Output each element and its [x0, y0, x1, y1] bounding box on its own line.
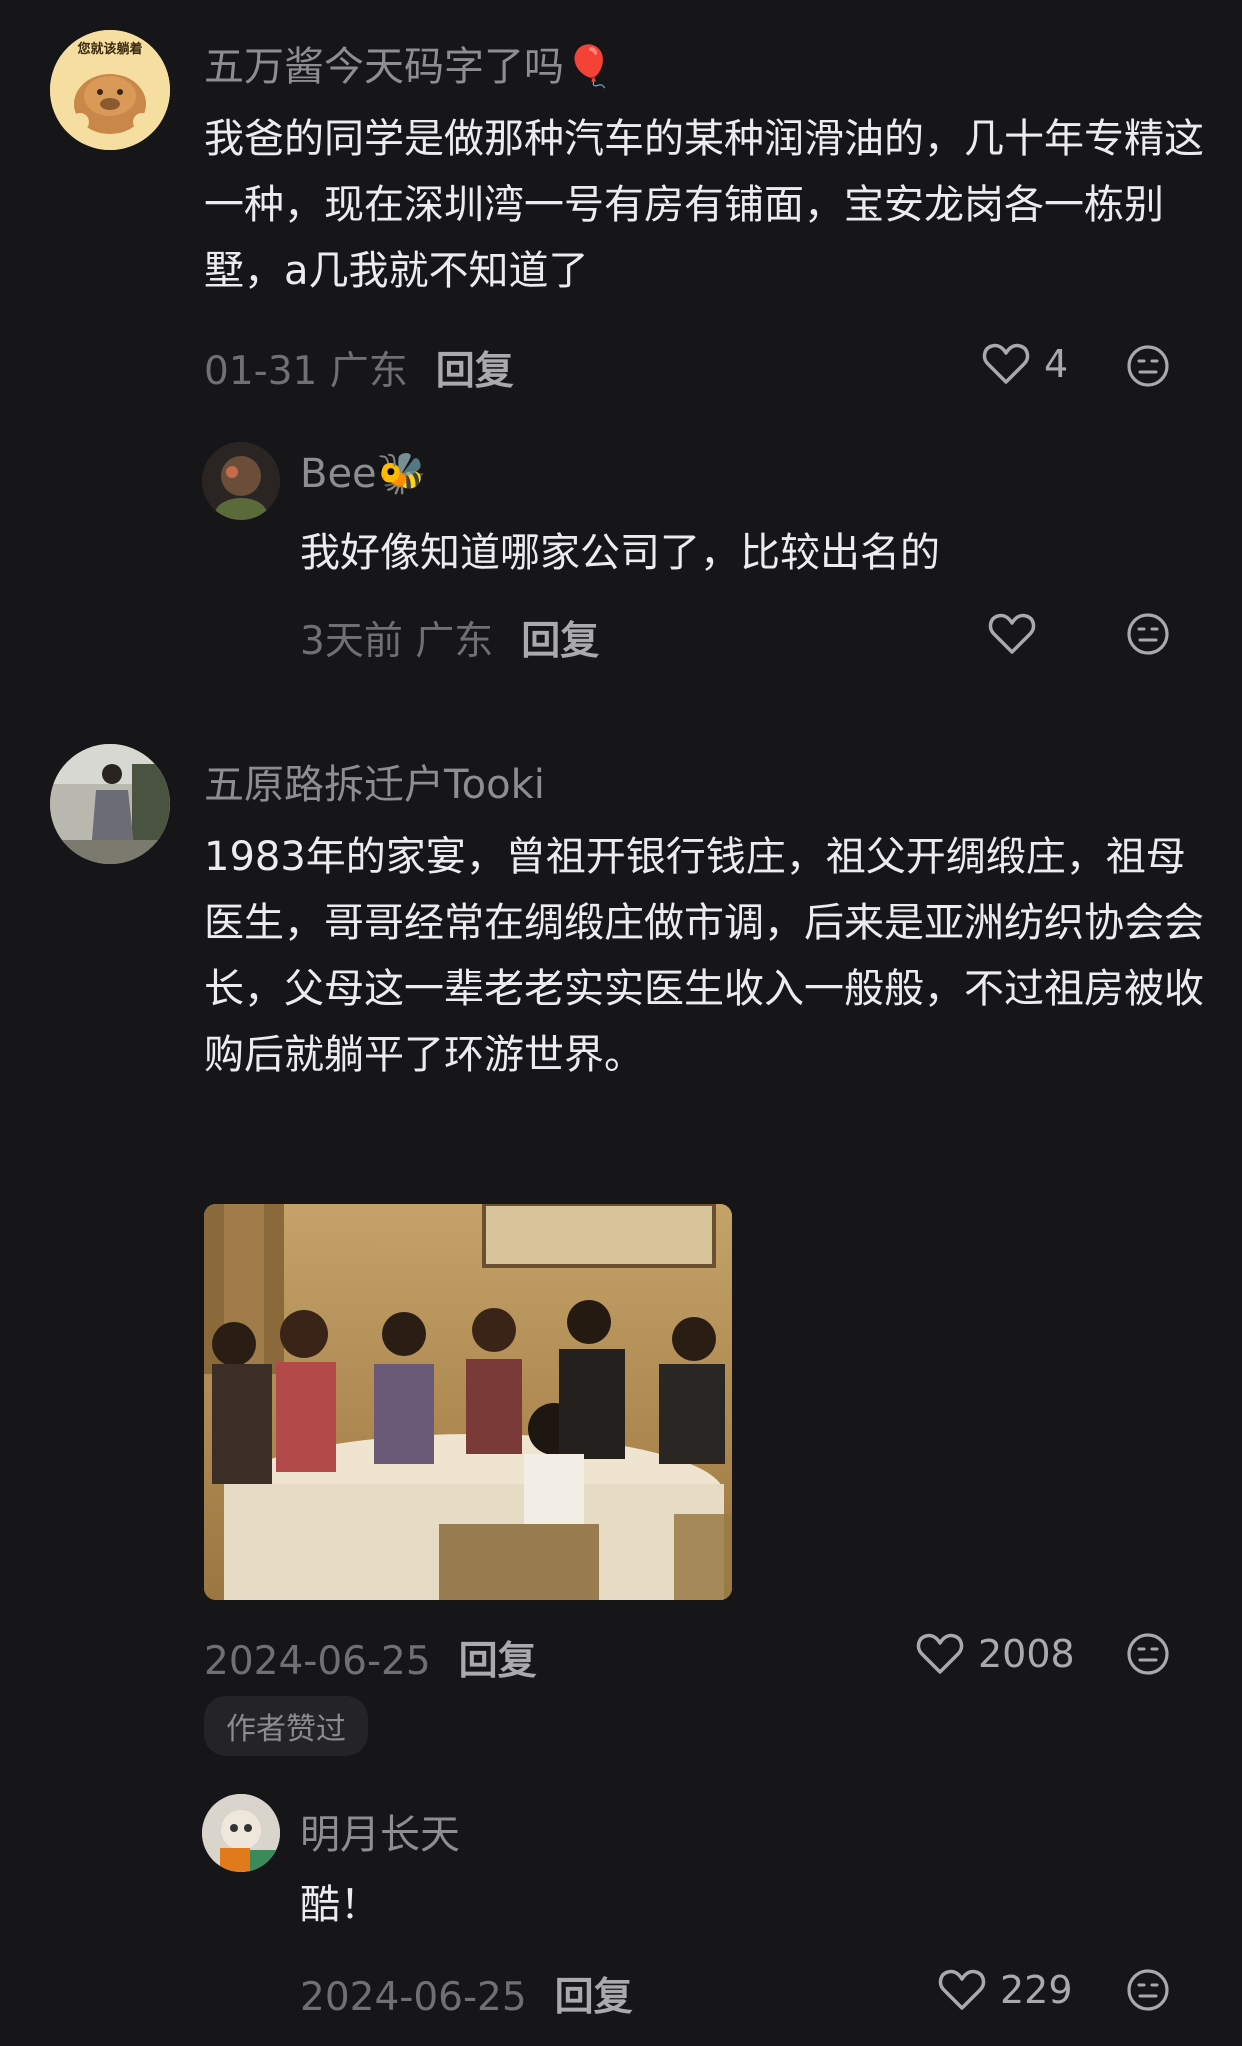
avatar[interactable]: 您就该躺着 — [50, 30, 170, 150]
heart-icon — [982, 343, 1030, 384]
reply-author[interactable]: Bee🐝 — [300, 450, 426, 497]
reply-text: 酷！ — [300, 1882, 380, 1928]
dislike-button[interactable] — [1126, 344, 1170, 388]
comment-text: 1983年的家宴，曾祖开银行钱庄，祖父开绸缎庄，祖母医生，哥哥经常在绸缎庄做市调… — [204, 834, 1204, 1078]
like-count: 2008 — [978, 1632, 1075, 1676]
dislike-button[interactable] — [1126, 1632, 1170, 1676]
comment-meta: 01-31 广东 回复 — [204, 340, 514, 396]
neutral-face-icon — [1127, 1969, 1169, 2011]
reply-time: 2024-06-25 — [300, 1975, 527, 2020]
like-count: 4 — [1044, 342, 1069, 386]
like-button[interactable]: 2008 — [916, 1632, 1075, 1676]
like-button[interactable] — [988, 612, 1036, 656]
comment-time-location: 01-31 广东 — [204, 349, 408, 394]
like-count: 229 — [1000, 1968, 1073, 2012]
avatar[interactable] — [50, 744, 170, 864]
neutral-face-icon — [1127, 1633, 1169, 1675]
author-liked-badge: 作者赞过 — [204, 1696, 368, 1756]
comment-author[interactable]: 五万酱今天码字了吗🎈 — [204, 34, 614, 92]
like-button[interactable]: 4 — [982, 342, 1068, 386]
reply-button[interactable]: 回复 — [555, 1975, 633, 2020]
user-avatar-icon — [202, 1794, 280, 1872]
reply-text: 我好像知道哪家公司了，比较出名的 — [300, 530, 940, 576]
comment-author[interactable]: 五原路拆迁户Tooki — [204, 752, 545, 810]
user-avatar-icon — [50, 744, 170, 864]
comment-meta: 2024-06-25 回复 — [204, 1630, 537, 1686]
heart-icon — [988, 613, 1036, 654]
reply-button[interactable]: 回复 — [436, 349, 514, 394]
comment-photo[interactable] — [204, 1204, 732, 1600]
user-avatar-icon — [202, 442, 280, 520]
reply-button[interactable]: 回复 — [521, 619, 599, 664]
reply-button[interactable]: 回复 — [459, 1639, 537, 1684]
reply-time-location: 3天前 广东 — [300, 619, 494, 664]
avatar[interactable] — [202, 1794, 280, 1872]
neutral-face-icon — [1127, 345, 1169, 387]
dislike-button[interactable] — [1126, 612, 1170, 656]
like-button[interactable]: 229 — [938, 1968, 1073, 2012]
avatar-caption: 您就该躺着 — [77, 42, 143, 57]
reply-meta: 3天前 广东 回复 — [300, 610, 599, 666]
comment-text: 我爸的同学是做那种汽车的某种润滑油的，几十年专精这一种，现在深圳湾一号有房有铺面… — [204, 116, 1204, 294]
dislike-button[interactable] — [1126, 1968, 1170, 2012]
reply-meta: 2024-06-25 回复 — [300, 1966, 633, 2022]
avatar[interactable] — [202, 442, 280, 520]
heart-icon — [916, 1633, 964, 1674]
family-dinner-photo — [204, 1204, 732, 1600]
heart-icon — [938, 1969, 986, 2010]
neutral-face-icon — [1127, 613, 1169, 655]
reply-author[interactable]: 明月长天 — [300, 1802, 460, 1860]
comment-time: 2024-06-25 — [204, 1639, 431, 1684]
